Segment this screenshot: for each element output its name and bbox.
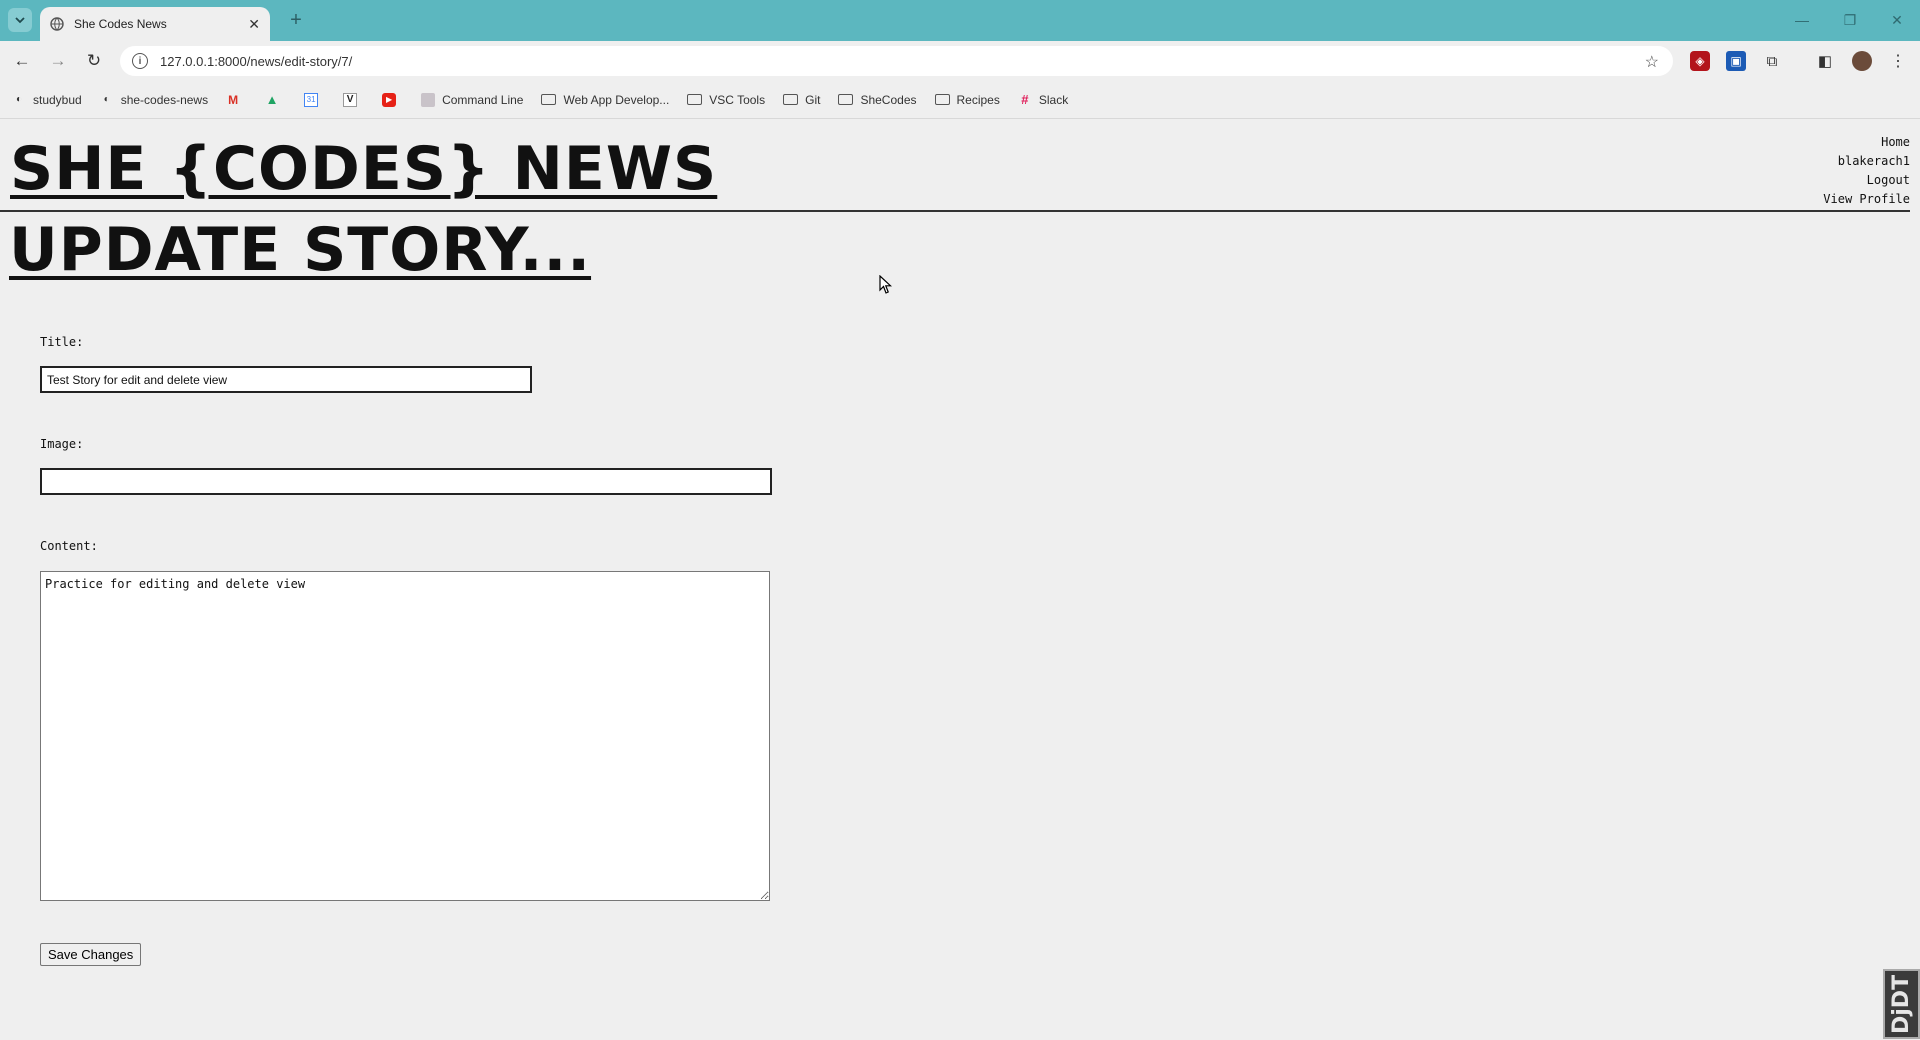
globe-icon [50,17,64,31]
v-icon: V [343,92,358,107]
page-heading: UPDATE STORY... [9,215,592,285]
title-label: Title: [40,335,84,349]
url-text: 127.0.0.1:8000/news/edit-story/7/ [160,53,353,69]
page-content: SHE {CODES} NEWS Home blakerach1 Logout … [0,120,1920,1040]
bookmark-folder-recipes[interactable]: Recipes [934,93,1000,107]
image-input[interactable] [40,468,772,495]
bookmark-folder-web-app[interactable]: Web App Develop... [541,93,669,107]
bookmark-slack[interactable]: # Slack [1018,92,1068,107]
bookmark-folder-git[interactable]: Git [783,93,820,107]
back-button[interactable]: ← [10,49,34,73]
image-label: Image: [40,437,84,451]
close-tab-icon[interactable]: ✕ [248,16,260,33]
site-info-icon[interactable]: i [132,53,148,69]
bookmark-drive[interactable]: ▲ [265,92,286,107]
folder-icon [783,94,799,105]
gmail-icon: M [228,92,239,107]
browser-toolbar: ← → ↻ i 127.0.0.1:8000/news/edit-story/7… [0,41,1920,81]
bookmark-she-codes-news[interactable]: ◐ she-codes-news [100,93,208,107]
folder-icon [838,94,854,105]
globe-icon: ◐ [15,94,23,105]
site-nav: Home blakerach1 Logout View Profile [1823,133,1910,209]
django-debug-toolbar-handle[interactable]: DjDT [1883,969,1920,1039]
drive-icon: ▲ [265,92,279,107]
tab-search-button[interactable] [8,8,32,32]
nav-home-link[interactable]: Home [1823,133,1910,152]
browser-tab[interactable]: She Codes News ✕ [40,7,270,41]
bookmark-youtube[interactable]: ▶ [382,92,403,107]
folder-icon [934,94,950,105]
tab-title: She Codes News [74,17,167,31]
slack-icon: # [1021,92,1029,107]
nav-view-profile-link[interactable]: View Profile [1823,190,1910,209]
bookmark-v[interactable]: V [343,92,364,107]
bookmark-star-icon[interactable]: ☆ [1645,52,1659,72]
bookmark-folder-shecodes[interactable]: SheCodes [838,93,917,107]
new-tab-button[interactable]: + [284,9,308,33]
nav-username-link[interactable]: blakerach1 [1823,152,1910,171]
restore-button[interactable]: ❐ [1827,0,1873,40]
content-textarea[interactable]: Practice for editing and delete view [40,571,770,901]
nav-logout-link[interactable]: Logout [1823,171,1910,190]
bookmark-folder-vsc-tools[interactable]: VSC Tools [687,93,765,107]
side-panel-icon[interactable]: ◧ [1815,51,1835,71]
folder-icon [687,94,703,105]
youtube-icon: ▶ [382,92,397,107]
ublock-extension-icon[interactable]: ◈ [1690,51,1710,71]
extension-icon[interactable]: ▣ [1726,51,1746,71]
save-changes-button[interactable]: Save Changes [40,943,142,966]
calendar-icon: 31 [304,92,319,107]
content-label: Content: [40,539,98,553]
address-bar[interactable]: i 127.0.0.1:8000/news/edit-story/7/ ☆ [120,46,1673,76]
site-title-link[interactable]: SHE {CODES} NEWS [10,134,717,204]
close-window-button[interactable]: ✕ [1874,0,1920,40]
bookmarks-bar: ◐ studybud ◐ she-codes-news M ▲ 31 V ▶ C… [0,81,1920,119]
bookmark-calendar[interactable]: 31 [304,92,325,107]
chevron-down-icon [15,17,25,24]
forward-button[interactable]: → [46,49,70,73]
bookmark-gmail[interactable]: M [226,93,247,107]
folder-icon [541,94,557,105]
minimize-button[interactable]: — [1779,0,1825,40]
tab-bar: She Codes News ✕ + — ❐ ✕ [0,0,1920,41]
extensions-puzzle-icon[interactable]: ⧉ [1762,51,1782,71]
bookmark-studybud[interactable]: ◐ studybud [12,93,82,107]
reload-button[interactable]: ↻ [82,49,106,73]
profile-avatar[interactable] [1852,51,1872,71]
edit-story-form: Title: Image: Content: Practice for edit… [40,335,772,966]
globe-icon: ◐ [103,94,110,105]
bookmark-command-line[interactable]: Command Line [421,92,523,107]
page-icon [421,92,436,107]
browser-menu-icon[interactable]: ⋮ [1888,51,1908,71]
title-input[interactable] [40,366,532,393]
header-divider [0,210,1910,212]
mouse-cursor-icon [879,275,893,294]
